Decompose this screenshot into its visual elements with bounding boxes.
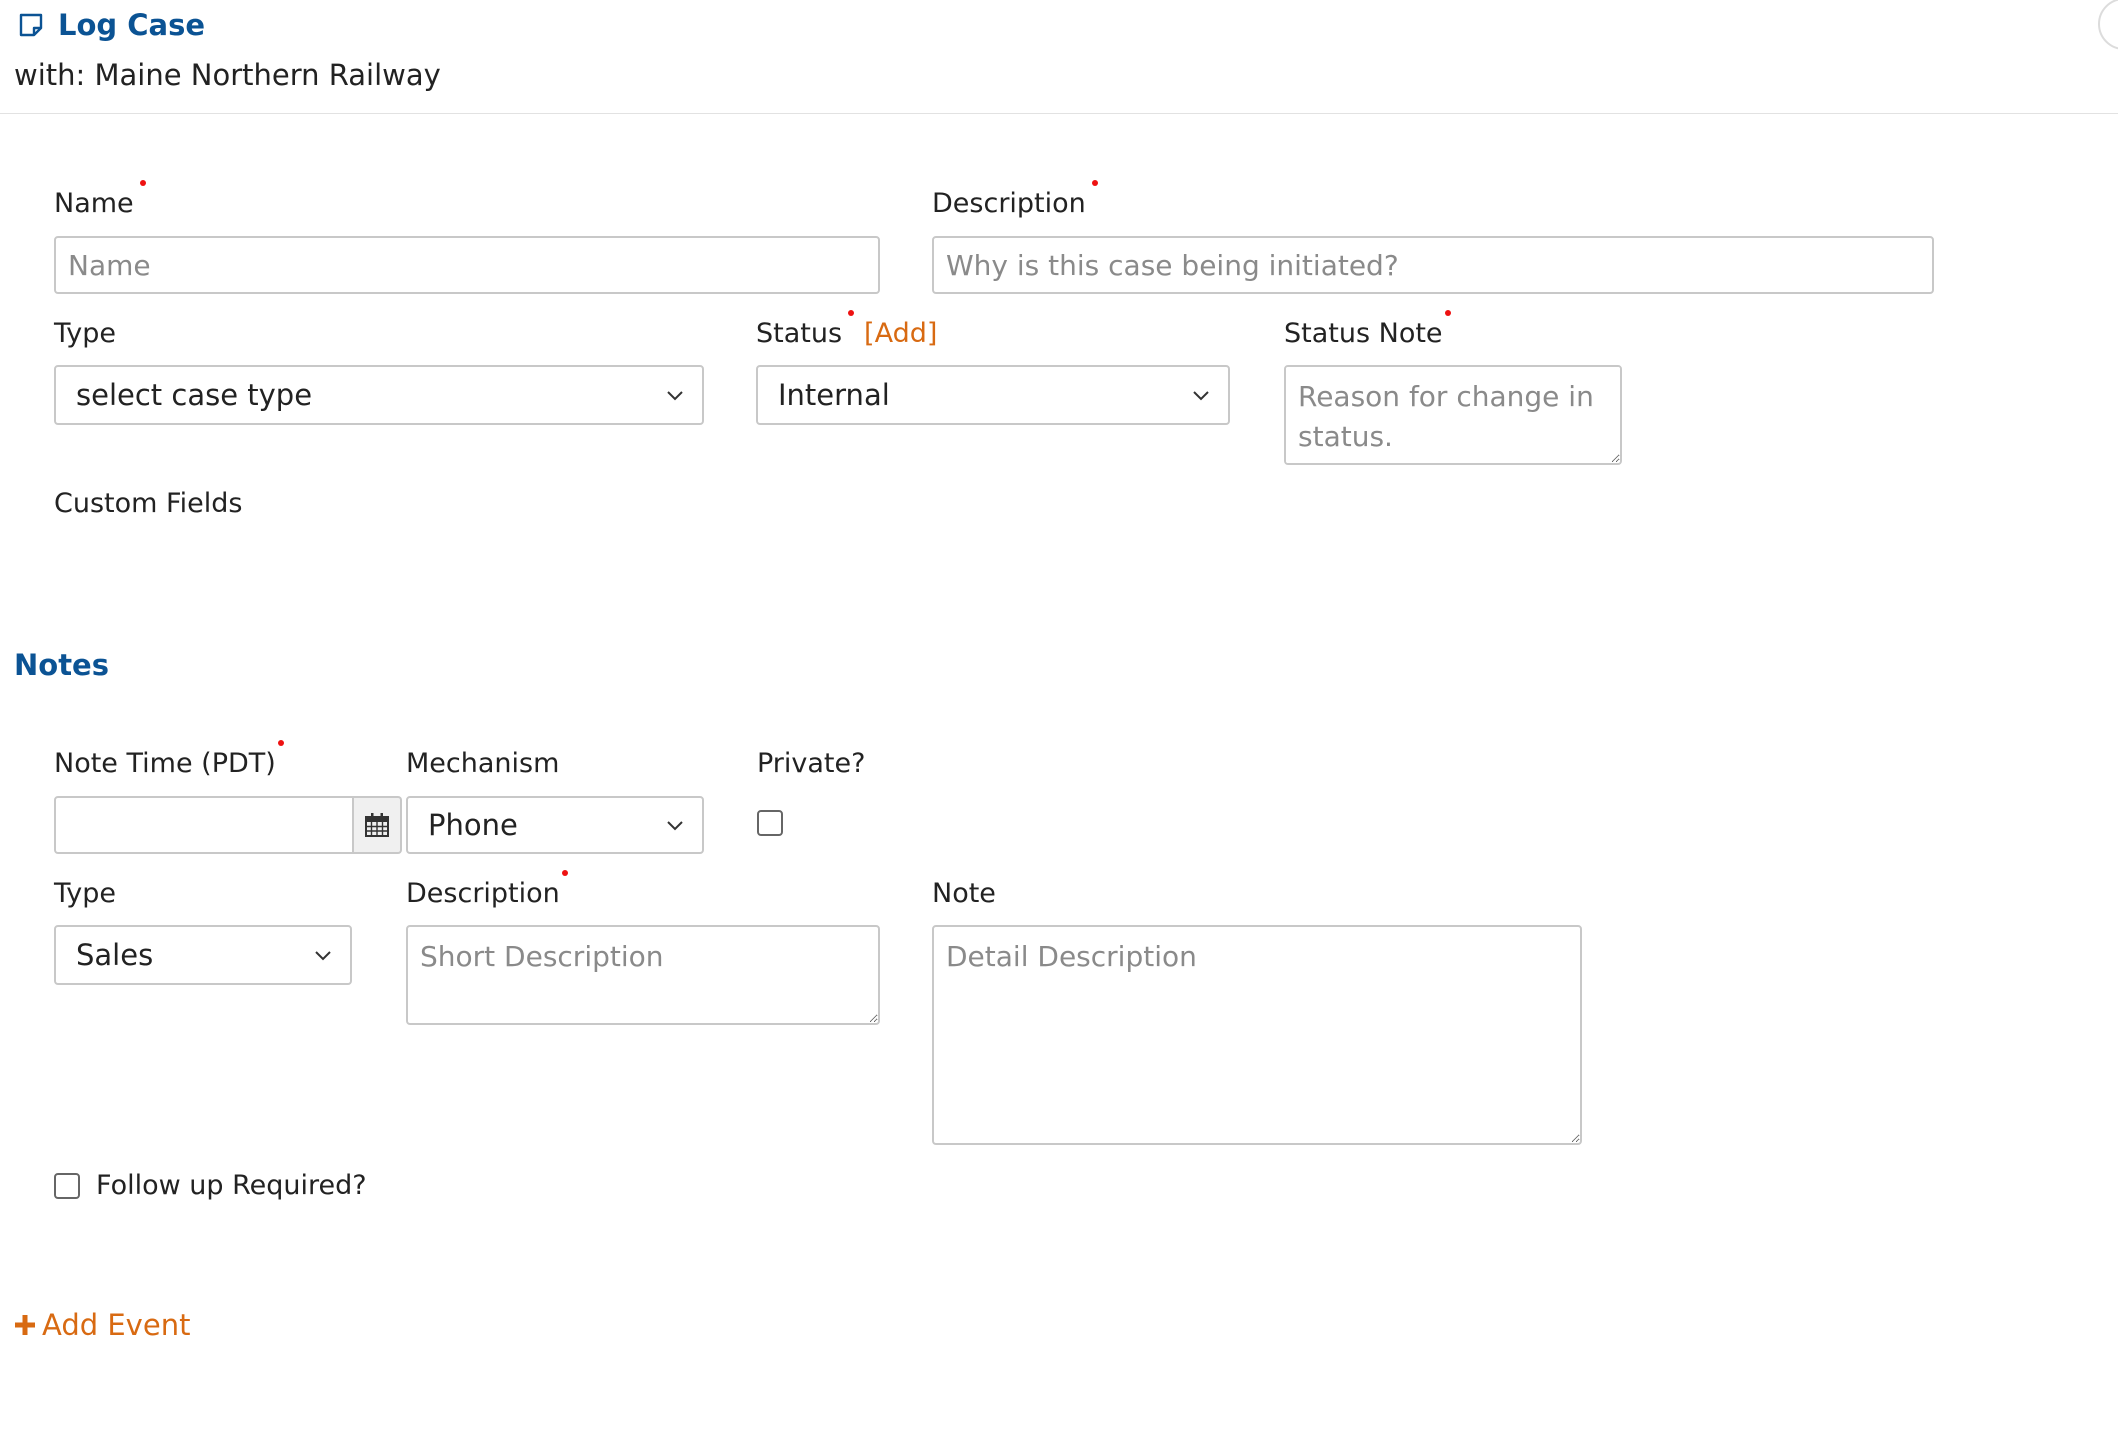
case-type-select[interactable]: select case type: [54, 365, 704, 425]
page-header: Log Case: [18, 8, 205, 42]
chevron-down-icon: [315, 951, 331, 961]
note-time-label: Note Time (PDT): [54, 740, 284, 779]
case-name-label-text: Name: [54, 188, 134, 219]
status-label: Status [Add]: [756, 310, 937, 349]
add-event-link[interactable]: Add Event: [14, 1308, 190, 1342]
required-marker: [139, 180, 146, 186]
follow-up-label: Follow up Required?: [96, 1170, 367, 1201]
required-marker: [561, 870, 568, 876]
case-description-input[interactable]: [932, 236, 1934, 294]
private-checkbox[interactable]: [757, 810, 783, 836]
status-note-label-text: Status Note: [1284, 318, 1443, 349]
close-button[interactable]: [2098, 0, 2118, 50]
note-type-label: Type: [54, 878, 117, 909]
follow-up-row: Follow up Required?: [54, 1170, 367, 1201]
plus-icon: [15, 1315, 35, 1335]
note-type-value: Sales: [76, 938, 154, 972]
status-select[interactable]: Internal: [756, 365, 1230, 425]
note-time-field: [54, 796, 402, 854]
custom-fields-label: Custom Fields: [54, 488, 243, 519]
case-name-label: Name: [54, 180, 146, 219]
header-divider: [0, 113, 2118, 114]
case-type-label: Type: [54, 318, 117, 349]
status-note-label: Status Note: [1284, 310, 1451, 349]
case-name-input[interactable]: [54, 236, 880, 294]
case-type-value: select case type: [76, 378, 313, 412]
chevron-down-icon: [667, 391, 683, 401]
page-subtitle: with: Maine Northern Railway: [14, 58, 441, 92]
note-description-label-text: Description: [406, 878, 560, 909]
required-marker: [1444, 310, 1451, 316]
case-description-label: Description: [932, 180, 1098, 219]
mechanism-select[interactable]: Phone: [406, 796, 704, 854]
note-label: Note: [932, 878, 996, 909]
case-description-label-text: Description: [932, 188, 1086, 219]
mechanism-label: Mechanism: [406, 748, 560, 779]
mechanism-value: Phone: [428, 808, 518, 842]
private-label: Private?: [757, 748, 866, 779]
notes-section-title: Notes: [14, 648, 109, 682]
note-time-input[interactable]: [54, 796, 354, 854]
follow-up-checkbox[interactable]: [54, 1172, 80, 1199]
required-marker: [848, 310, 855, 316]
status-note-textarea[interactable]: [1284, 365, 1622, 465]
page-title: Log Case: [58, 8, 206, 42]
note-type-select[interactable]: Sales: [54, 925, 352, 985]
status-value: Internal: [778, 378, 890, 412]
note-icon: [19, 13, 43, 37]
chevron-down-icon: [667, 821, 683, 831]
add-status-link[interactable]: [Add]: [864, 318, 937, 349]
note-textarea[interactable]: [932, 925, 1582, 1145]
add-event-label: Add Event: [42, 1308, 191, 1342]
note-description-textarea[interactable]: [406, 925, 880, 1025]
note-time-label-text: Note Time (PDT): [54, 748, 276, 779]
calendar-icon: [365, 813, 389, 837]
chevron-down-icon: [1193, 391, 1209, 401]
required-marker: [277, 740, 284, 746]
status-label-text: Status: [756, 318, 843, 349]
note-description-label: Description: [406, 870, 568, 909]
required-marker: [1091, 180, 1098, 186]
calendar-button[interactable]: [354, 796, 402, 854]
